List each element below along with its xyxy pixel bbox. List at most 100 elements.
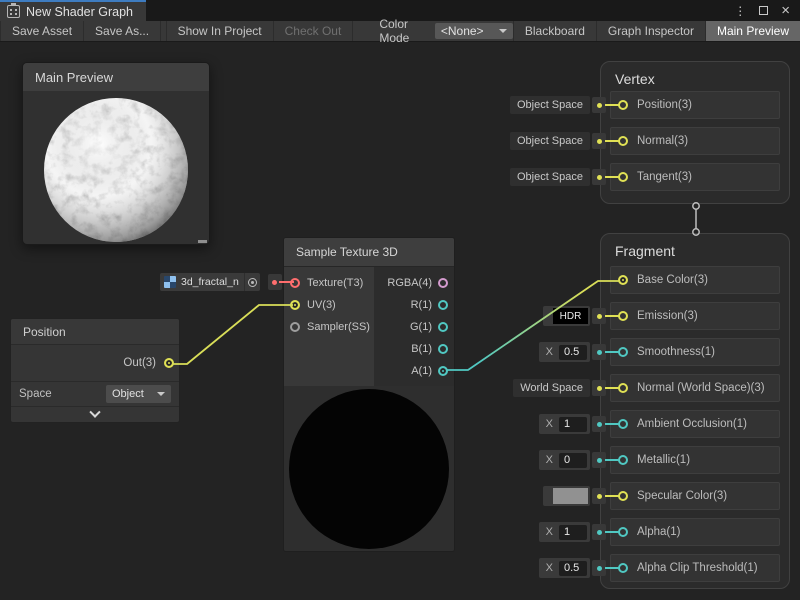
ambient-occlusion-value-input[interactable]: 1 xyxy=(559,417,587,432)
smoothness-value-input[interactable]: 0.5 xyxy=(559,345,587,360)
blackboard-toggle-button[interactable]: Blackboard xyxy=(513,21,596,41)
kebab-menu-icon[interactable]: ⋮ xyxy=(734,5,746,17)
slot-alpha-clip[interactable]: Alpha Clip Threshold(1) xyxy=(610,554,780,582)
sample-node-header[interactable]: Sample Texture 3D xyxy=(284,238,454,267)
texture-3d-preview xyxy=(289,389,449,549)
slot-normal-ws[interactable]: Normal (World Space)(3) xyxy=(610,374,780,402)
specular-color-field[interactable] xyxy=(543,486,590,506)
object-picker-button[interactable] xyxy=(244,273,260,291)
ambient-occlusion-field[interactable]: X 1 xyxy=(539,414,590,434)
object-space-badge[interactable]: Object Space xyxy=(510,168,590,186)
close-icon[interactable]: × xyxy=(781,3,790,18)
slot-position[interactable]: Position(3) xyxy=(610,91,780,119)
preview-sphere xyxy=(43,97,189,243)
emission-port[interactable] xyxy=(618,311,628,321)
main-preview-window[interactable]: Main Preview xyxy=(22,62,210,245)
color-mode-label: Color Mode xyxy=(353,21,435,41)
normal-port[interactable] xyxy=(618,136,628,146)
base-color-port[interactable] xyxy=(618,275,628,285)
toolbar: Save Asset Save As... Show In Project Ch… xyxy=(0,21,800,42)
tangent-port[interactable] xyxy=(618,172,628,182)
normal-ws-port[interactable] xyxy=(618,383,628,393)
slot-normal[interactable]: Normal(3) xyxy=(610,127,780,155)
smoothness-port[interactable] xyxy=(618,347,628,357)
slot-smoothness[interactable]: Smoothness(1) xyxy=(610,338,780,366)
slot-specular-color[interactable]: Specular Color(3) xyxy=(610,482,780,510)
metallic-field[interactable]: X 0 xyxy=(539,450,590,470)
g-port[interactable] xyxy=(438,322,448,332)
color-mode-value: <None> xyxy=(441,24,484,38)
slot-emission[interactable]: Emission(3) xyxy=(610,302,780,330)
resize-handle[interactable] xyxy=(198,240,207,243)
alpha-clip-field[interactable]: X 0.5 xyxy=(539,558,590,578)
slot-alpha[interactable]: Alpha(1) xyxy=(610,518,780,546)
show-in-project-button[interactable]: Show In Project xyxy=(166,21,274,41)
position-output-row[interactable]: Out(3) xyxy=(11,345,179,382)
position-port[interactable] xyxy=(618,100,628,110)
alpha-clip-value-input[interactable]: 0.5 xyxy=(559,561,587,576)
uv-port[interactable] xyxy=(290,300,300,310)
sampler-port[interactable] xyxy=(290,322,300,332)
fragment-slot-base-color: Base Color(3) xyxy=(518,266,790,294)
sample-texture-3d-node[interactable]: Sample Texture 3D Texture(T3) UV(3) Samp… xyxy=(283,237,455,552)
metallic-value-input[interactable]: 0 xyxy=(559,453,587,468)
alpha-field[interactable]: X 1 xyxy=(539,522,590,542)
main-preview-title: Main Preview xyxy=(35,70,113,85)
alpha-clip-port[interactable] xyxy=(618,563,628,573)
maximize-icon[interactable] xyxy=(759,6,768,15)
main-preview-viewport[interactable] xyxy=(23,91,209,245)
tab-new-shader-graph[interactable]: New Shader Graph xyxy=(0,0,146,21)
position-node-header[interactable]: Position xyxy=(11,319,179,345)
emission-color-field[interactable]: HDR xyxy=(543,306,590,326)
color-mode-dropdown[interactable]: <None> xyxy=(435,23,513,39)
r-port[interactable] xyxy=(438,300,448,310)
port-dot xyxy=(597,175,602,180)
sample-node-inputs: Texture(T3) UV(3) Sampler(SS) xyxy=(284,267,374,386)
input-texture[interactable]: Texture(T3) xyxy=(284,272,374,294)
texture-object-field[interactable]: 3d_fractal_n xyxy=(160,273,260,291)
smoothness-field[interactable]: X 0.5 xyxy=(539,342,590,362)
world-space-badge[interactable]: World Space xyxy=(513,379,590,397)
output-b[interactable]: B(1) xyxy=(374,338,454,360)
ambient-occlusion-port[interactable] xyxy=(618,419,628,429)
specular-color-port[interactable] xyxy=(618,491,628,501)
input-sampler[interactable]: Sampler(SS) xyxy=(284,316,374,338)
output-r[interactable]: R(1) xyxy=(374,294,454,316)
stub-connector xyxy=(592,452,606,468)
output-rgba[interactable]: RGBA(4) xyxy=(374,272,454,294)
collapse-preview-button[interactable] xyxy=(11,407,179,422)
slot-ambient-occlusion[interactable]: Ambient Occlusion(1) xyxy=(610,410,780,438)
edge-position-to-uv[interactable] xyxy=(172,305,293,364)
alpha-value-input[interactable]: 1 xyxy=(559,525,587,540)
vertex-node-title: Vertex xyxy=(601,62,789,87)
input-uv[interactable]: UV(3) xyxy=(284,294,374,316)
save-asset-button[interactable]: Save Asset xyxy=(0,21,84,41)
fragment-slot-alpha-clip: X 0.5 Alpha Clip Threshold(1) xyxy=(518,554,790,582)
alpha-port[interactable] xyxy=(618,527,628,537)
hdr-badge[interactable]: HDR xyxy=(553,308,588,324)
b-port[interactable] xyxy=(438,344,448,354)
specular-color-swatch[interactable] xyxy=(553,488,588,504)
rgba-port[interactable] xyxy=(438,278,448,288)
main-preview-header[interactable]: Main Preview xyxy=(23,63,209,91)
position-node[interactable]: Position Out(3) Space Object xyxy=(10,318,180,423)
object-space-badge[interactable]: Object Space xyxy=(510,96,590,114)
texture-port[interactable] xyxy=(290,278,300,288)
main-preview-toggle-button[interactable]: Main Preview xyxy=(705,21,800,41)
check-out-button: Check Out xyxy=(274,21,354,41)
graph-inspector-toggle-button[interactable]: Graph Inspector xyxy=(596,21,705,41)
output-a[interactable]: A(1) xyxy=(374,360,454,382)
port-dot xyxy=(597,494,602,499)
save-as-button[interactable]: Save As... xyxy=(84,21,161,41)
a-port[interactable] xyxy=(438,366,448,376)
slot-base-color[interactable]: Base Color(3) xyxy=(610,266,780,294)
metallic-port[interactable] xyxy=(618,455,628,465)
stub-connector xyxy=(268,274,282,290)
output-g[interactable]: G(1) xyxy=(374,316,454,338)
object-space-badge[interactable]: Object Space xyxy=(510,132,590,150)
space-dropdown[interactable]: Object xyxy=(106,385,171,403)
slot-tangent[interactable]: Tangent(3) xyxy=(610,163,780,191)
slot-metallic[interactable]: Metallic(1) xyxy=(610,446,780,474)
out-port[interactable] xyxy=(164,358,174,368)
port-dot xyxy=(597,314,602,319)
